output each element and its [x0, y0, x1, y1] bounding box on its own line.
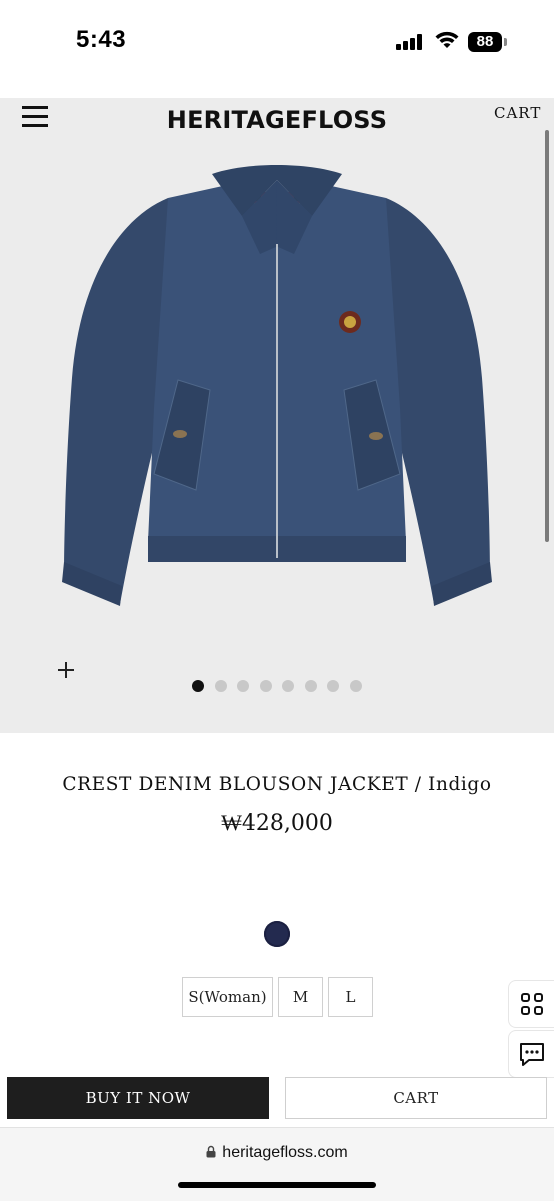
battery-icon: 88 [468, 32, 502, 52]
gallery-dot[interactable] [304, 680, 317, 692]
color-swatch-indigo[interactable] [264, 921, 290, 947]
gallery-dot[interactable] [259, 680, 272, 692]
product-image-jacket[interactable] [50, 158, 504, 610]
size-option-m[interactable]: M [278, 977, 323, 1017]
gallery-dot[interactable] [214, 680, 227, 692]
lock-icon [206, 1145, 216, 1158]
wifi-icon [435, 31, 459, 48]
status-bar: 5:43 88 [0, 0, 554, 98]
status-time: 5:43 [76, 26, 127, 53]
grid-icon [521, 993, 543, 1015]
browser-address-bar[interactable] [0, 1127, 554, 1201]
gallery-dot[interactable] [237, 680, 249, 692]
scrollbar[interactable] [545, 130, 549, 542]
battery-cap [504, 38, 507, 46]
quick-menu-button[interactable] [508, 980, 554, 1028]
signal-icon [396, 34, 424, 50]
brand-logo[interactable]: HERITAGEFLOSS [160, 106, 394, 134]
header-cart-link[interactable]: CART [494, 104, 541, 122]
home-indicator[interactable] [178, 1182, 376, 1188]
gallery-pagination[interactable] [192, 680, 362, 692]
size-options: S(Woman) M L [182, 977, 373, 1017]
plus-icon[interactable] [56, 660, 76, 680]
gallery-dot[interactable] [327, 680, 339, 692]
gallery-dot[interactable] [282, 680, 294, 692]
url-text: heritagefloss.com [222, 1144, 348, 1161]
size-option-l[interactable]: L [328, 977, 373, 1017]
address-field[interactable]: heritagefloss.com [0, 1144, 554, 1162]
chat-icon [520, 1043, 544, 1066]
size-option-s-woman[interactable]: S(Woman) [182, 977, 273, 1017]
hamburger-menu-icon[interactable] [22, 106, 48, 128]
gallery-dot[interactable] [192, 680, 204, 692]
gallery-dot[interactable] [349, 680, 362, 692]
add-to-cart-button[interactable]: CART [285, 1077, 547, 1119]
chat-button[interactable] [508, 1030, 554, 1078]
product-name: CREST DENIM BLOUSON JACKET / Indigo [62, 774, 492, 795]
product-price: ₩428,000 [221, 811, 333, 836]
buy-now-button[interactable]: BUY IT NOW [7, 1077, 269, 1119]
